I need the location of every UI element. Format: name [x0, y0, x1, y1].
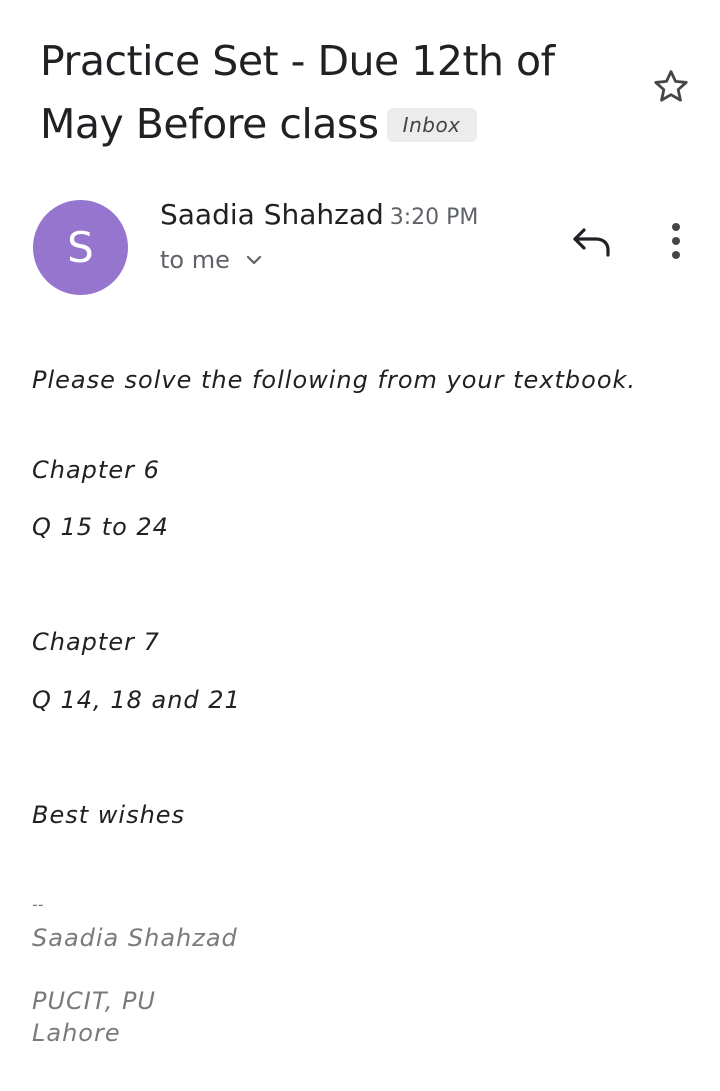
body-chapter-7-questions: Q 14, 18 and 21	[32, 686, 241, 714]
chevron-down-icon	[246, 255, 261, 265]
email-subject-line-2: May Before class Inbox	[40, 93, 630, 156]
recipient-label: to me	[160, 246, 230, 274]
signature-separator: --	[32, 895, 44, 914]
body-chapter-6-questions: Q 15 to 24	[32, 513, 169, 541]
email-subject-line-1: Practice Set - Due 12th of	[40, 37, 555, 85]
recipient-details-toggle[interactable]: to me	[160, 246, 264, 274]
sender-name: Saadia Shahzad	[160, 198, 384, 231]
star-icon[interactable]	[650, 66, 692, 108]
email-subject-line-2-text: May Before class	[40, 100, 379, 148]
more-vert-icon[interactable]	[660, 220, 692, 262]
body-intro: Please solve the following from your tex…	[32, 366, 637, 394]
sender-line: Saadia Shahzad 3:20 PM	[160, 198, 478, 231]
sender-avatar[interactable]: S	[33, 200, 128, 295]
body-chapter-6-title: Chapter 6	[32, 456, 160, 484]
sent-time: 3:20 PM	[389, 205, 479, 230]
signature-city: Lahore	[32, 1019, 121, 1047]
body-chapter-7-title: Chapter 7	[32, 628, 160, 656]
signature-name: Saadia Shahzad	[32, 924, 238, 952]
inbox-label-badge[interactable]: Inbox	[386, 108, 477, 142]
email-subject: Practice Set - Due 12th of May Before cl…	[40, 30, 630, 156]
body-closing: Best wishes	[32, 801, 186, 829]
signature-affiliation: PUCIT, PU	[32, 987, 156, 1015]
reply-icon[interactable]	[570, 222, 614, 262]
